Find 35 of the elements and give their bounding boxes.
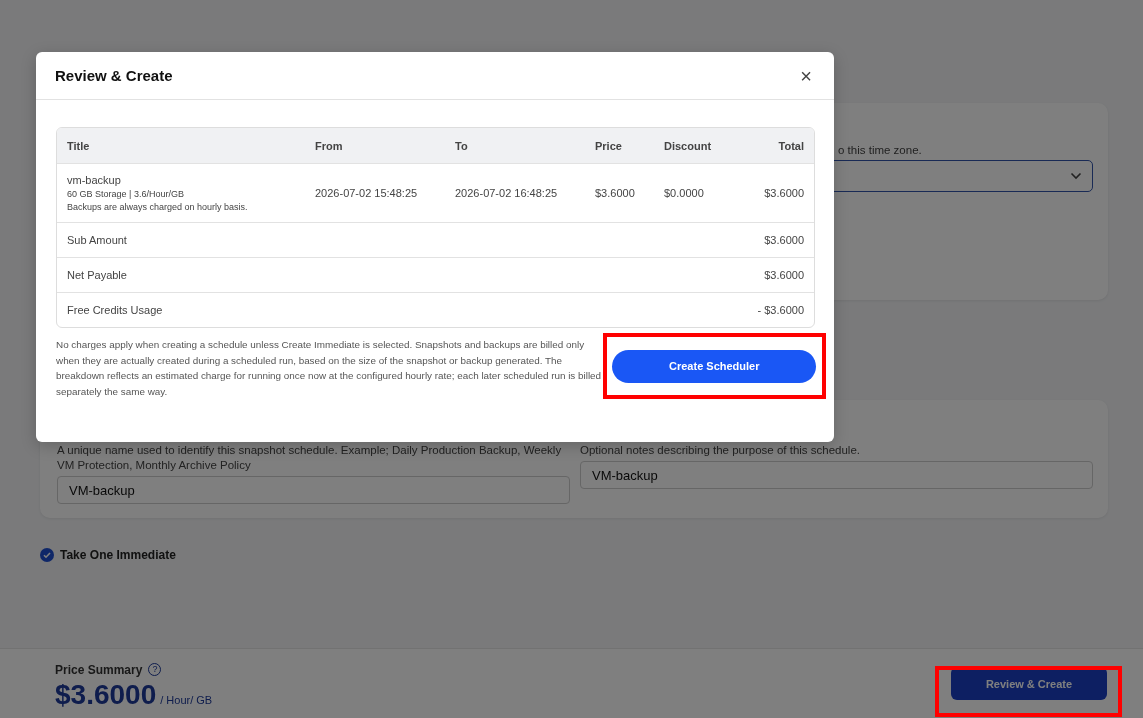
name-field[interactable]: VM-backup [57, 476, 570, 504]
column-header: To [445, 128, 585, 163]
column-header: Title [57, 128, 305, 163]
create-scheduler-button[interactable]: Create Scheduler [612, 349, 817, 383]
price-unit: / Hour/ GB [160, 693, 213, 706]
table-cell: $3.6000 [744, 163, 814, 222]
summary-value: - $3.6000 [744, 292, 814, 327]
item-detail: Backups are always charged on hourly basis. [67, 200, 249, 214]
table-cell: 2026-07-02 16:48:25 [445, 163, 585, 222]
dialog-title: Review & Create [55, 67, 173, 84]
price-summary-label: Price Summary [55, 662, 143, 677]
summary-value: $3.6000 [744, 222, 814, 257]
checkbox-label: Take One Immediate [60, 548, 176, 562]
chevron-down-icon [1070, 172, 1082, 180]
timezone-hint: o this time zone. [838, 143, 923, 158]
summary-label: Free Credits Usage [57, 292, 744, 327]
checkbox-icon[interactable] [40, 548, 54, 562]
table-cell: 2026-07-02 15:48:25 [305, 163, 445, 222]
column-header: Discount [654, 128, 744, 163]
notes-hint: Optional notes describing the purpose of this schedule. [580, 443, 861, 458]
column-header: From [305, 128, 445, 163]
summary-value: $3.6000 [744, 257, 814, 292]
item-detail: 60 GB Storage | 3.6/Hour/GB [67, 187, 185, 201]
column-header: Price [585, 128, 654, 163]
billing-note: No charges apply when creating a schedule unless Create Immediate is selected. Snapshots and backups are billed only when they are actually created during a scheduled run, based on the size of the snapshot or backup generated. The breakdown reflects an estimated charge for running once now at the configured hourly rate; each later scheduled run is billed separately the same way. [56, 338, 603, 399]
table-cell: $3.6000 [585, 163, 654, 222]
item-name: vm-backup [67, 172, 122, 188]
close-button[interactable]: × [798, 67, 814, 84]
column-header: Total [744, 128, 814, 163]
summary-label: Net Payable [57, 257, 744, 292]
summary-label: Sub Amount [57, 222, 744, 257]
name-hint: A unique name used to identify this snapshot schedule. Example; Daily Production Backup, Weekly VM Protection, Monthly Archive Policy [57, 443, 563, 473]
price-value: $3.6000 [55, 678, 157, 711]
notes-field[interactable]: VM-backup [580, 461, 1093, 489]
table-cell: $0.0000 [654, 163, 744, 222]
